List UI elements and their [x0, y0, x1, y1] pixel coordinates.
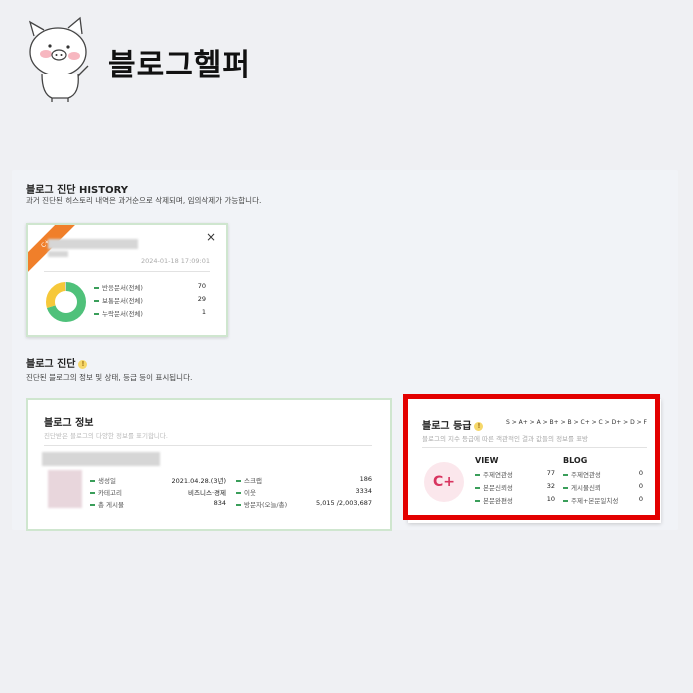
history-date: 2024-01-18 17:09:01 — [140, 257, 210, 265]
info-row: 생성일 2021.04.28.(3년) — [90, 475, 226, 485]
dash-icon — [90, 504, 95, 506]
info-label: 카테고리 — [98, 489, 122, 497]
legend-row: 보통문서(전체) 29 — [94, 295, 206, 305]
info-label: 총 게시물 — [98, 501, 124, 509]
dash-icon — [236, 480, 241, 482]
info-row: 방문자(오늘/총) 5,015 /2,003,687 — [236, 499, 372, 509]
app-title: 블로그헬퍼 — [108, 48, 251, 83]
blog-info-title: 블로그 정보 — [44, 418, 94, 429]
info-value: 186 — [359, 475, 372, 483]
dash-icon — [236, 492, 241, 494]
document-donut-chart — [46, 282, 86, 322]
info-row: 이웃 3334 — [236, 487, 372, 497]
grade-highlight-box — [403, 394, 660, 520]
dash-icon — [94, 287, 99, 289]
legend-row: 반응문서(전체) 70 — [94, 282, 206, 292]
divider — [44, 445, 372, 446]
diagnosis-section-title: 블로그 진단! — [26, 355, 88, 370]
legend-label: 반응문서(전체) — [102, 284, 143, 292]
info-value: 3334 — [355, 487, 372, 495]
info-value: 비즈니스·경제 — [188, 489, 226, 497]
blurred-blog-id — [48, 251, 68, 257]
history-section-subtitle: 과거 진단된 히스토리 내역은 과거순으로 삭제되며, 임의삭제가 가능합니다. — [26, 196, 262, 205]
pig-mascot-logo — [28, 16, 89, 102]
legend-label: 보통문서(전체) — [102, 297, 143, 305]
info-value: 2021.04.28.(3년) — [171, 477, 226, 485]
blurred-blog-name — [42, 452, 160, 466]
info-label: 방문자(오늘/총) — [244, 501, 288, 509]
history-section-title: 블로그 진단 HISTORY — [26, 185, 128, 196]
info-label: 생성일 — [98, 477, 116, 485]
info-row: 스크랩 186 — [236, 475, 372, 485]
info-icon[interactable]: ! — [78, 359, 88, 369]
dash-icon — [94, 300, 99, 302]
blog-info-subtitle: 진단받은 블로그의 다양한 정보를 표기합니다. — [44, 432, 168, 440]
dash-icon — [236, 504, 241, 506]
diagnosis-title-text: 블로그 진단 — [26, 359, 76, 370]
blurred-blog-name — [48, 239, 138, 249]
info-value: 834 — [213, 499, 226, 507]
legend-value: 29 — [197, 295, 206, 303]
info-value: 5,015 /2,003,687 — [316, 499, 372, 507]
history-card[interactable]: C+ × 2024-01-18 17:09:01 반응문서(전체) 70 보통문… — [26, 223, 228, 337]
legend-value: 70 — [197, 282, 206, 290]
info-label: 스크랩 — [244, 477, 262, 485]
divider — [44, 271, 210, 272]
blog-info-card: 블로그 정보 진단받은 블로그의 다양한 정보를 표기합니다. 생성일 2021… — [26, 398, 392, 531]
dash-icon — [90, 492, 95, 494]
legend-value: 1 — [201, 308, 206, 316]
info-row: 카테고리 비즈니스·경제 — [90, 487, 226, 497]
blurred-profile-image — [48, 470, 82, 508]
legend-label: 누락문서(전체) — [102, 310, 143, 318]
legend-row: 누락문서(전체) 1 — [94, 308, 206, 318]
diagnosis-section-subtitle: 진단된 블로그의 정보 및 상태, 등급 등이 표시됩니다. — [26, 373, 193, 382]
dash-icon — [94, 313, 99, 315]
info-row: 총 게시물 834 — [90, 499, 226, 509]
info-label: 이웃 — [244, 489, 256, 497]
close-icon[interactable]: × — [206, 230, 216, 244]
dash-icon — [90, 480, 95, 482]
